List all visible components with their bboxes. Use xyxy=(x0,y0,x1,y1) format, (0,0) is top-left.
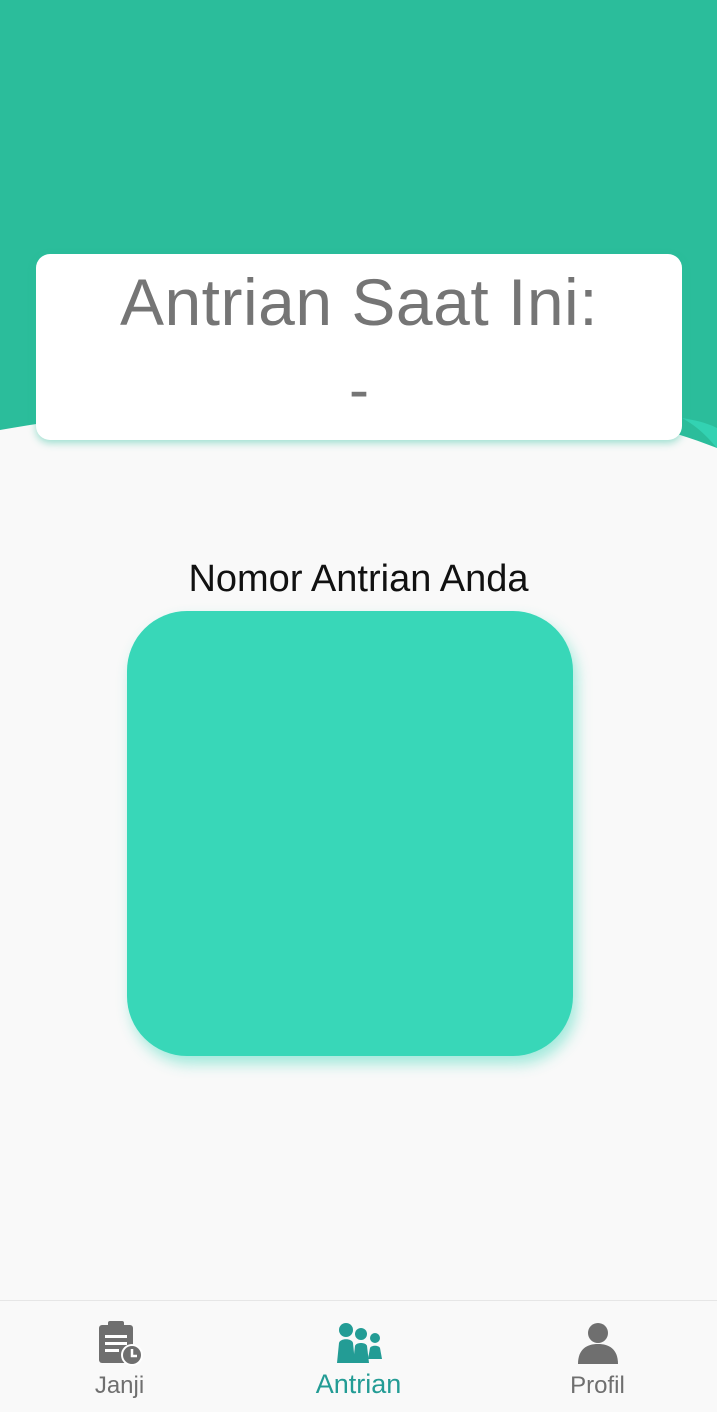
person-icon xyxy=(577,1323,618,1364)
nav-label-profil: Profil xyxy=(570,1372,625,1399)
nav-label-janji: Janji xyxy=(94,1372,145,1399)
current-queue-value: - xyxy=(349,356,369,423)
group-icon xyxy=(336,1323,382,1363)
my-queue-number-box xyxy=(127,611,573,1056)
nav-item-antrian[interactable]: Antrian xyxy=(239,1301,478,1412)
clipboard-clock-icon xyxy=(98,1321,143,1366)
nav-item-profil[interactable]: Profil xyxy=(478,1301,717,1412)
nav-item-janji[interactable]: Janji xyxy=(0,1301,239,1412)
current-queue-card: Antrian Saat Ini: - xyxy=(36,254,682,440)
my-queue-label: Nomor Antrian Anda xyxy=(188,558,529,600)
bottom-navigation: Janji Antrian Profil xyxy=(0,1300,717,1412)
nav-label-antrian: Antrian xyxy=(315,1369,402,1399)
current-queue-title: Antrian Saat Ini: xyxy=(119,265,599,339)
